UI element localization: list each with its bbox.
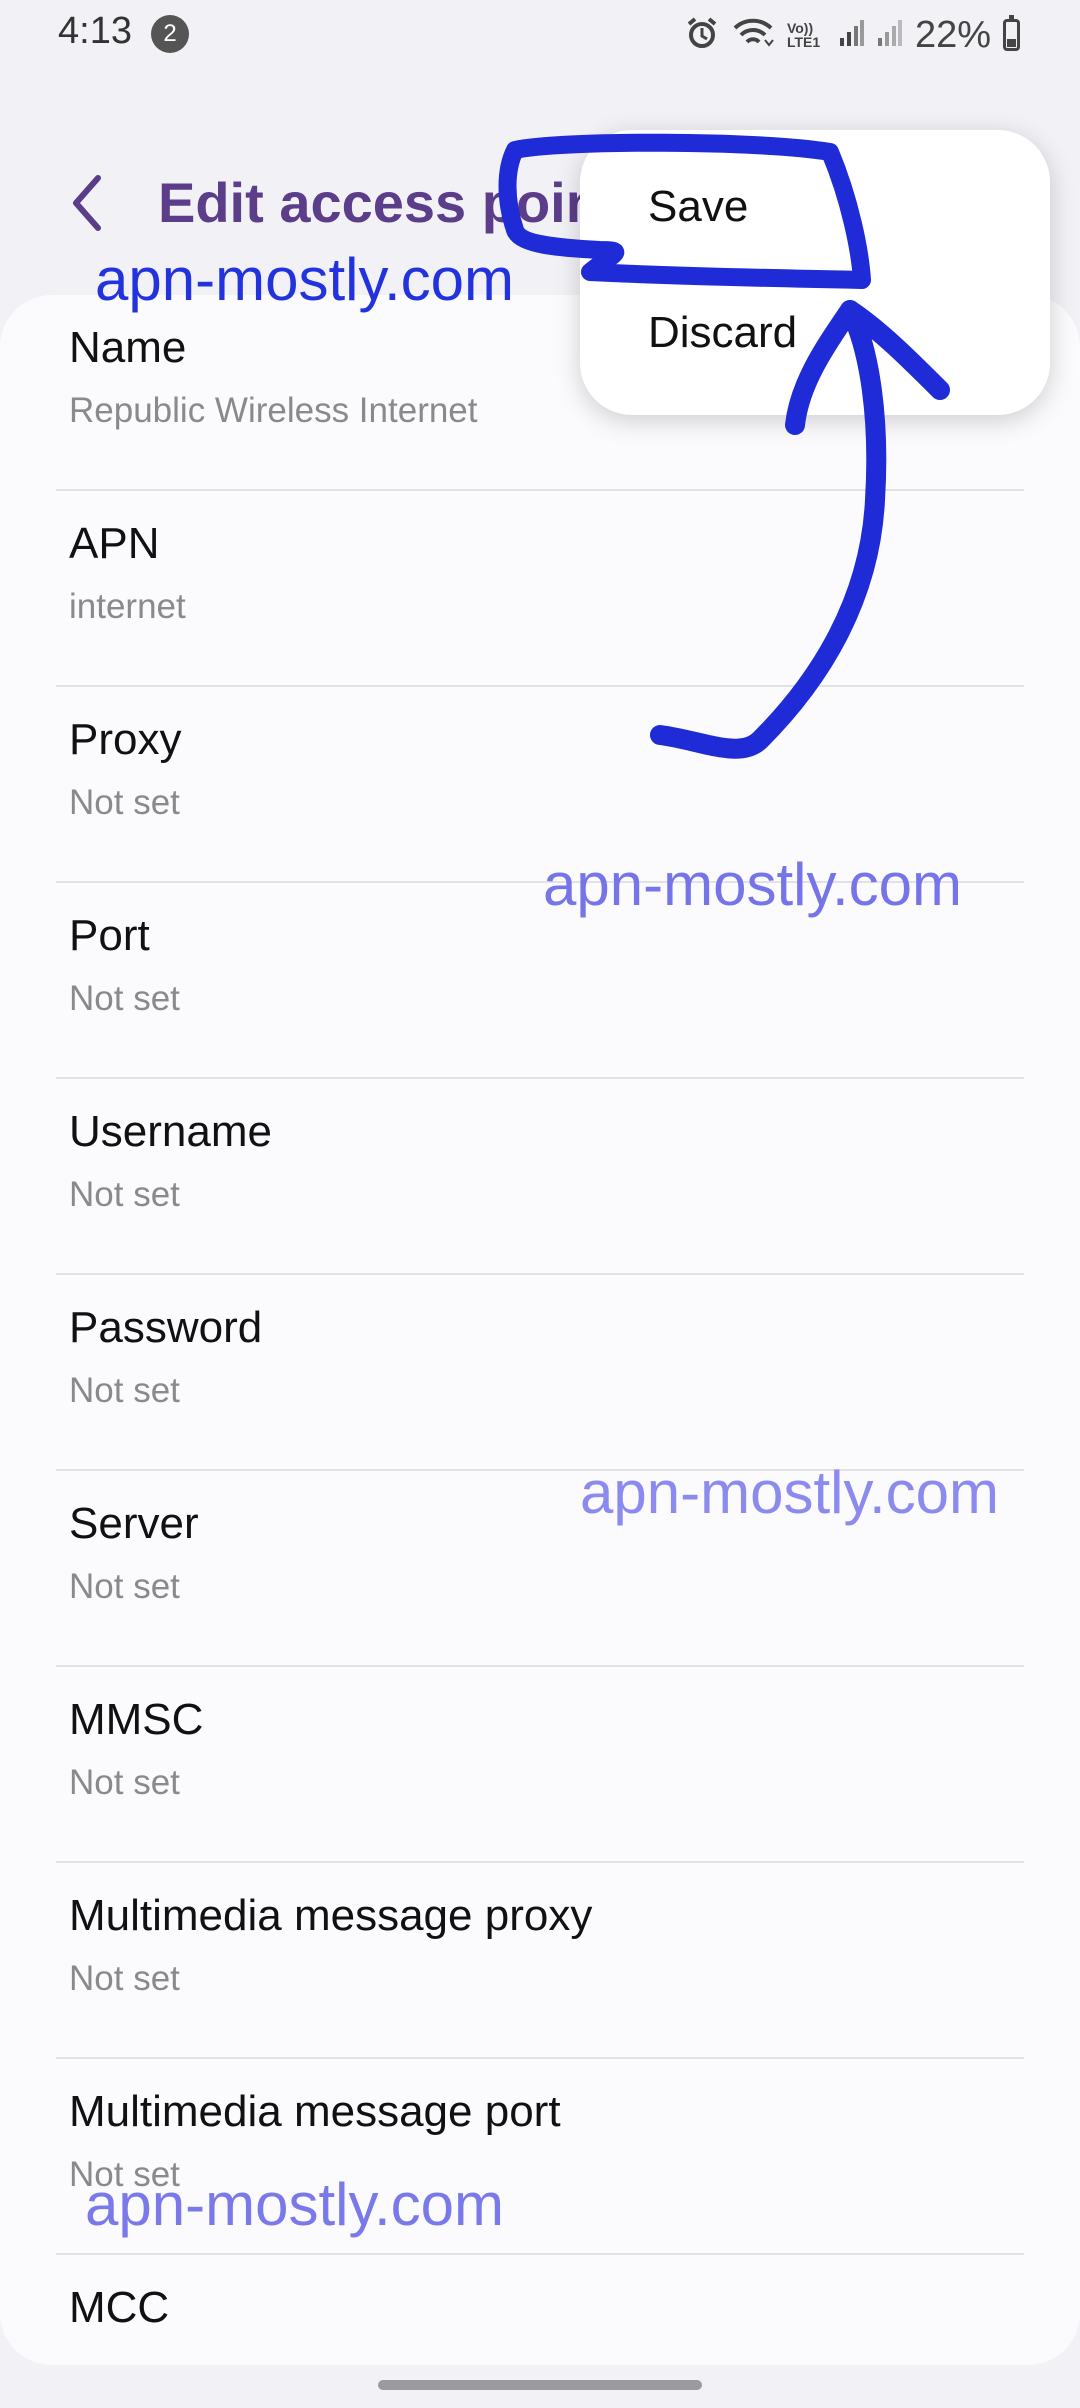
chevron-left-icon [73, 175, 101, 231]
field-value: Not set [69, 1175, 180, 1214]
save-menu-item[interactable]: Save [648, 182, 748, 232]
field-value: Not set [69, 979, 180, 1018]
field-value: internet [69, 587, 186, 626]
apn-fields-list: Name Republic Wireless Internet APN inte… [0, 295, 1080, 2365]
field-value: Not set [69, 783, 180, 822]
field-mcc[interactable]: MCC [56, 2255, 1024, 2365]
signal-icon-sim2 [877, 18, 903, 53]
field-label: Multimedia message proxy [69, 1891, 593, 1940]
battery-percent: 22% [914, 13, 991, 56]
status-icons: Vo)) LTE1 22% [685, 10, 1020, 60]
field-value: Not set [69, 1371, 180, 1410]
field-label: Proxy [69, 715, 182, 764]
field-label: Password [69, 1303, 263, 1352]
wifi-icon [731, 16, 775, 55]
discard-menu-item[interactable]: Discard [648, 308, 797, 358]
watermark-text: apn-mostly.com [580, 1459, 1000, 1526]
alarm-icon [685, 16, 719, 55]
field-label: MMSC [69, 1695, 204, 1744]
status-time: 4:13 [58, 10, 132, 52]
field-label: Username [69, 1107, 272, 1156]
field-label: Server [69, 1499, 199, 1548]
field-label: APN [69, 519, 160, 568]
field-label: Multimedia message port [69, 2087, 561, 2136]
field-value: Not set [69, 1763, 180, 1802]
signal-icon-sim1 [839, 18, 865, 53]
field-username[interactable]: Username Not set [56, 1079, 1024, 1275]
back-button[interactable] [60, 168, 120, 238]
field-value: Republic Wireless Internet [69, 391, 478, 430]
watermark-text: apn-mostly.com [95, 246, 515, 313]
field-apn[interactable]: APN internet [56, 491, 1024, 687]
overflow-menu: Save Discard [580, 130, 1050, 415]
field-value: Not set [69, 1567, 180, 1606]
watermark-text: apn-mostly.com [85, 2171, 505, 2238]
field-mmsc[interactable]: MMSC Not set [56, 1667, 1024, 1863]
volte-icon: Vo)) LTE1 [786, 20, 821, 50]
field-label: Name [69, 323, 187, 372]
field-label: Port [69, 911, 150, 960]
watermark-text: apn-mostly.com [543, 851, 963, 918]
field-value: Not set [69, 1959, 180, 1998]
status-bar: 4:13 2 Vo)) LTE1 22% [0, 0, 1080, 70]
notification-count-badge: 2 [151, 15, 189, 53]
field-password[interactable]: Password Not set [56, 1275, 1024, 1471]
field-label: MCC [69, 2283, 170, 2332]
field-mms-proxy[interactable]: Multimedia message proxy Not set [56, 1863, 1024, 2059]
battery-icon [1003, 15, 1020, 51]
gesture-navigation-handle[interactable] [378, 2380, 702, 2390]
